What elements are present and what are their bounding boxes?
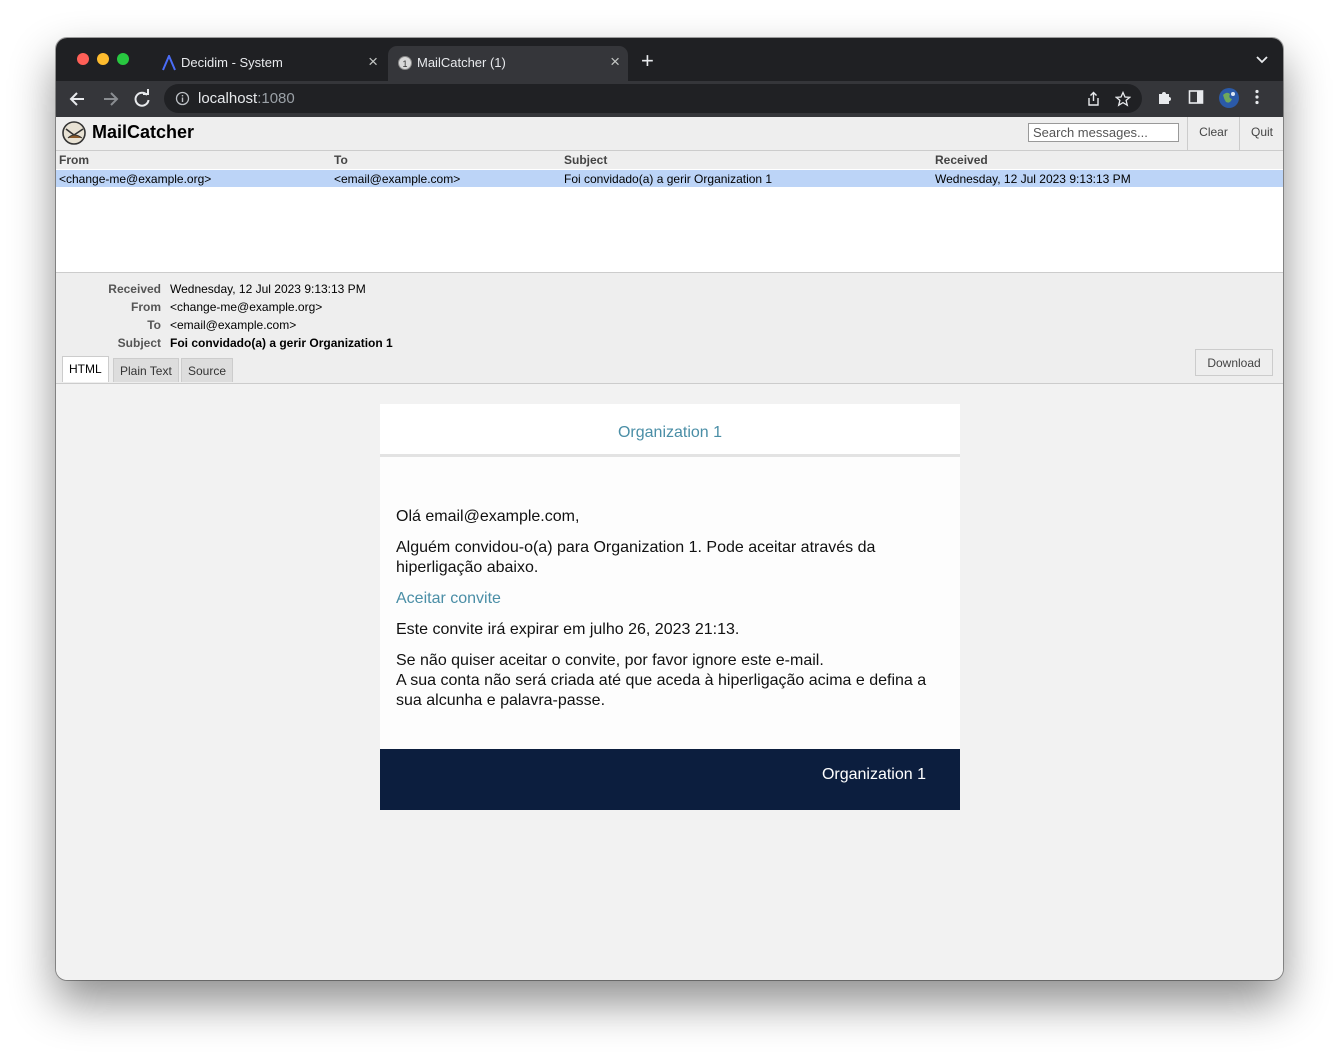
maximize-window-button[interactable] [117,53,129,65]
column-header-from[interactable]: From [59,153,89,167]
meta-to: To <email@example.com> [56,318,656,336]
column-header-received[interactable]: Received [935,153,988,167]
message-list-header: From To Subject Received [56,151,1283,169]
decidim-icon [162,55,176,71]
url-text: localhost:1080 [198,90,295,107]
email-ignore-text: Se não quiser aceitar o convite, por fav… [396,651,944,711]
column-header-to[interactable]: To [334,153,348,167]
meta-label: Received [108,282,161,296]
accept-invitation-link[interactable]: Aceitar convite [396,590,501,607]
address-bar[interactable]: localhost:1080 [164,84,1142,113]
app-title: MailCatcher [92,122,195,142]
back-arrow-icon[interactable] [68,89,88,109]
meta-received: Received Wednesday, 12 Jul 2023 9:13:13 … [56,282,656,300]
email-body: Olá email@example.com, Alguém convidou-o… [380,457,960,749]
message-list: From To Subject Received <change-me@exam… [56,151,1283,273]
side-panel-icon[interactable] [1188,89,1204,105]
browser-window: Decidim - System × 1 MailCatcher (1) × + [56,38,1283,980]
email-footer-org: Organization 1 [380,749,960,810]
email-greeting: Olá email@example.com, [396,508,580,525]
tab-plain-text[interactable]: Plain Text [113,358,179,382]
quit-button[interactable]: Quit [1239,117,1283,150]
meta-value: <email@example.com> [170,318,297,332]
tab-decidim-system[interactable]: Decidim - System × [152,46,386,81]
mailcatcher-header: MailCatcher Clear Quit [56,117,1283,151]
message-from: <change-me@example.org> [59,172,212,186]
email-ignore-line1: Se não quiser aceitar o convite, por fav… [396,652,824,669]
close-window-button[interactable] [77,53,89,65]
new-tab-plus-icon[interactable]: + [641,50,654,72]
close-tab-icon[interactable]: × [610,52,620,72]
tab-mailcatcher[interactable]: 1 MailCatcher (1) × [388,46,628,81]
clear-button[interactable]: Clear [1187,117,1239,150]
search-messages-input[interactable] [1028,123,1179,142]
tab-title: MailCatcher (1) [417,55,506,70]
profile-avatar-icon[interactable] [1218,87,1240,109]
meta-value: <change-me@example.org> [170,300,323,314]
site-info-icon[interactable] [175,91,190,106]
tab-bar: Decidim - System × 1 MailCatcher (1) × + [56,38,1283,81]
meta-label: To [147,318,161,332]
bookmark-star-icon[interactable] [1115,91,1131,107]
mailcatcher-favicon-icon: 1 [398,56,412,70]
message-detail: Received Wednesday, 12 Jul 2023 9:13:13 … [56,273,1283,384]
tab-html[interactable]: HTML [62,356,109,382]
tab-source[interactable]: Source [181,358,234,382]
minimize-window-button[interactable] [97,53,109,65]
meta-label: From [131,300,161,314]
forward-arrow-icon[interactable] [100,89,120,109]
browser-toolbar: localhost:1080 [56,81,1283,117]
tab-title: Decidim - System [181,55,283,70]
message-subject: Foi convidado(a) a gerir Organization 1 [564,172,773,186]
meta-value: Foi convidado(a) a gerir Organization 1 [170,336,393,350]
mailcatcher-logo-icon [62,121,86,145]
svg-text:1: 1 [402,59,407,69]
email-content: Organization 1 Olá email@example.com, Al… [380,404,960,810]
meta-value: Wednesday, 12 Jul 2023 9:13:13 PM [170,282,366,296]
close-tab-icon[interactable]: × [368,52,378,72]
share-icon[interactable] [1086,91,1101,107]
message-row[interactable]: <change-me@example.org> <email@example.c… [56,170,1283,187]
meta-subject: Subject Foi convidado(a) a gerir Organiz… [56,336,656,354]
email-header-org[interactable]: Organization 1 [380,404,960,457]
meta-label: Subject [117,336,161,350]
message-to: <email@example.com> [334,172,461,186]
tab-search-chevron-down-icon[interactable] [1255,52,1269,66]
meta-from: From <change-me@example.org> [56,300,656,318]
message-received: Wednesday, 12 Jul 2023 9:13:13 PM [935,172,1131,186]
email-expiry: Este convite irá expirar em julho 26, 20… [396,621,740,638]
email-ignore-line2: A sua conta não será criada até que aced… [396,672,927,709]
extensions-puzzle-icon[interactable] [1156,89,1173,106]
email-preview-area: Organization 1 Olá email@example.com, Al… [56,384,1283,980]
download-button[interactable]: Download [1195,349,1273,376]
column-header-subject[interactable]: Subject [564,153,607,167]
reload-icon[interactable] [132,89,152,109]
email-intro: Alguém convidou-o(a) para Organization 1… [396,539,876,576]
more-menu-dots-icon[interactable] [1254,89,1260,105]
